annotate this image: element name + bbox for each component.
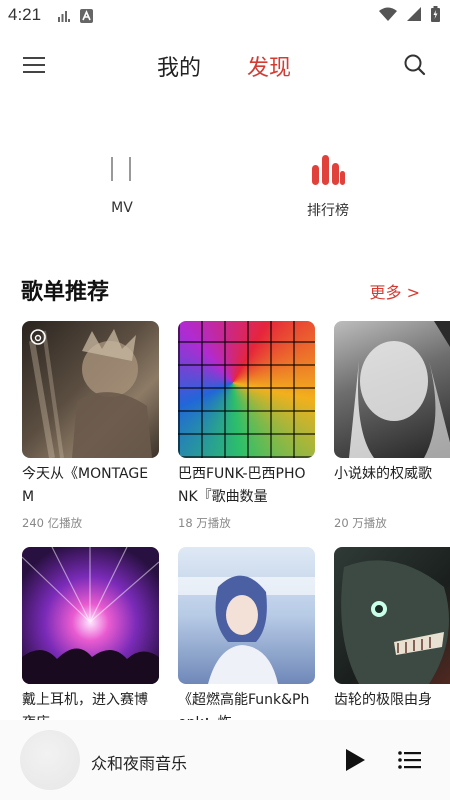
mini-player[interactable]: 众和夜雨音乐 <box>0 720 450 800</box>
section-header: 歌单推荐 更多 > <box>0 272 450 308</box>
playlist-title: 今天从《MONTAGEM <box>22 466 149 505</box>
play-icon <box>346 749 365 771</box>
search-button[interactable] <box>402 52 428 78</box>
now-playing-title: 众和夜雨音乐 <box>91 754 188 773</box>
quick-entry-ranking[interactable]: 排行榜 <box>283 145 373 220</box>
signal-strength-icon <box>58 11 70 22</box>
search-icon <box>404 54 426 76</box>
mv-icon <box>111 157 131 181</box>
quick-entry-label: 排行榜 <box>307 203 349 219</box>
battery-icon <box>431 6 440 22</box>
more-link[interactable]: 更多 > <box>370 279 421 303</box>
playlist-title: 巴西FUNK-巴西PHONK『歌曲数量 <box>178 466 306 505</box>
playlist-cover <box>22 547 159 684</box>
wifi-icon <box>379 7 397 21</box>
playlist-cover <box>22 321 159 458</box>
playlist-card[interactable]: 小说妹的权威歌 20 万播放 <box>334 321 450 531</box>
playlist-title: 小说妹的权威歌 <box>334 466 432 482</box>
menu-button[interactable] <box>22 53 48 77</box>
album-art[interactable] <box>20 730 80 790</box>
playlist-card[interactable]: 齿轮的极限由身 <box>334 547 450 741</box>
playlist-card[interactable]: 今天从《MONTAGEM 240 亿播放 <box>22 321 159 531</box>
status-bar: 4:21 <box>0 0 450 32</box>
playlist-play-count: 240 亿播放 <box>22 516 83 530</box>
cellular-icon <box>407 7 421 21</box>
section-title: 歌单推荐 <box>21 280 110 305</box>
chart-icon <box>312 155 345 185</box>
playlist-play-count: 18 万播放 <box>178 516 231 530</box>
playlist-card[interactable]: 巴西FUNK-巴西PHONK『歌曲数量 18 万播放 <box>178 321 315 531</box>
playlist-cover <box>178 547 315 684</box>
playlist-play-count: 20 万播放 <box>334 516 387 530</box>
menu-icon <box>23 57 45 73</box>
playlist-cover <box>178 321 315 458</box>
tab-discover[interactable]: 发现 <box>247 50 291 82</box>
playlist-card[interactable]: 戴上耳机，进入赛博夜店 <box>22 547 159 741</box>
playlist-button[interactable] <box>398 750 422 774</box>
playlist-icon <box>398 751 421 769</box>
playlist-cover <box>334 321 450 458</box>
tab-mine[interactable]: 我的 <box>157 50 201 82</box>
quick-entry-mv[interactable]: MV <box>77 145 167 216</box>
playlist-cover <box>334 547 450 684</box>
top-nav: 我的 发现 <box>0 40 450 90</box>
quick-entry-label: MV <box>111 200 133 216</box>
playlist-card[interactable]: 《超燃高能Funk&Phonk：炸 <box>178 547 315 741</box>
play-button[interactable] <box>343 747 367 777</box>
status-time: 4:21 <box>8 5 42 24</box>
app-notification-icon <box>80 9 93 23</box>
netease-logo-icon <box>30 329 46 345</box>
